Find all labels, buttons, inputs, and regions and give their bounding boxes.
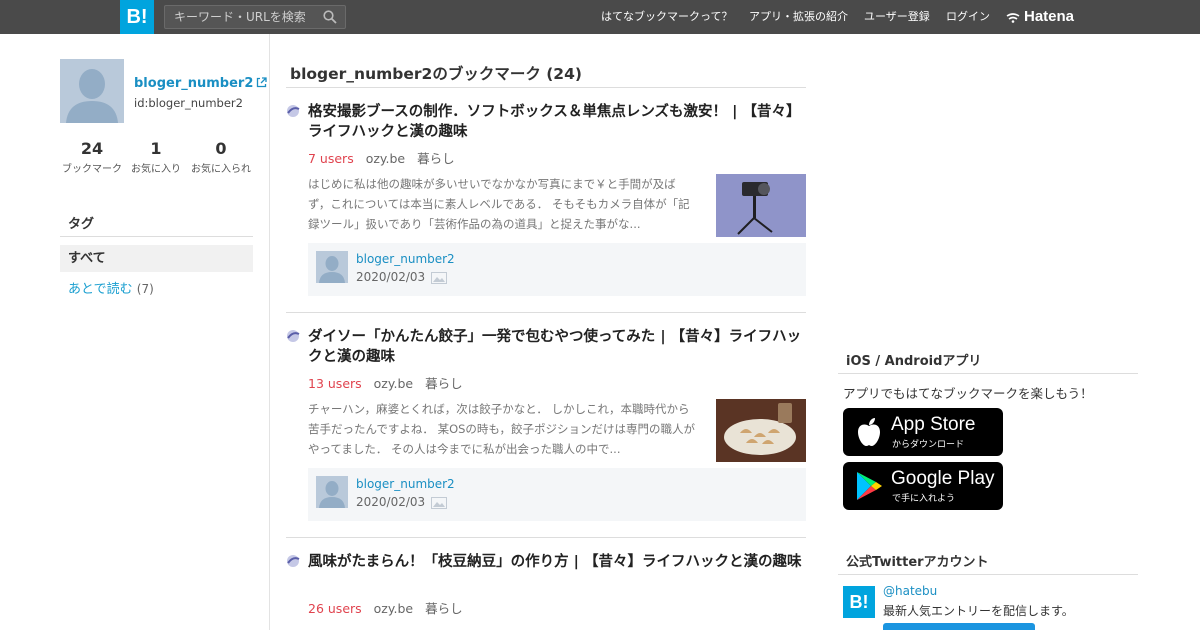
bookmark-date-text[interactable]: 2020/02/03 xyxy=(356,270,425,284)
entry-category[interactable]: 暮らし xyxy=(425,376,463,391)
entry-users-count[interactable]: 7 users xyxy=(308,151,354,166)
google-play-label: Google Play xyxy=(891,468,995,489)
google-play-icon xyxy=(857,472,882,500)
image-icon xyxy=(431,272,448,284)
nav-login[interactable]: ログイン xyxy=(946,0,990,34)
entry-category[interactable]: 暮らし xyxy=(417,151,455,166)
tags-divider xyxy=(60,236,253,237)
user-silhouette-icon xyxy=(316,476,348,508)
tag-all[interactable]: すべて xyxy=(60,245,253,272)
entry-meta: 13 users ozy.be 暮らし xyxy=(308,373,463,392)
entry-item: 格安撮影ブースの制作．ソフトボックス＆単焦点レンズも激安！ | 【昔々】ライフハ… xyxy=(286,102,806,302)
stat-favorited-label: お気に入られ xyxy=(191,164,251,175)
page-title: bloger_number2のブックマーク (24) xyxy=(290,65,582,83)
tags-heading: タグ xyxy=(68,217,95,232)
profile-username[interactable]: bloger_number2 xyxy=(134,76,268,91)
entry-item: ダイソー「かんたん餃子」一発で包むやつ使ってみた | 【昔々】ライフハックと漢の… xyxy=(286,327,806,527)
bookmark-date: 2020/02/03 xyxy=(356,495,448,509)
entry-separator xyxy=(286,312,806,313)
hatebu-twitter-logo[interactable]: B! xyxy=(843,586,875,618)
stat-bookmarks[interactable]: 24 ブックマーク xyxy=(57,139,127,176)
stat-favorites[interactable]: 1 お気に入り xyxy=(121,139,191,176)
entry-title-link[interactable]: 風味がたまらん！「枝豆納豆」の作り方 | 【昔々】ライフハックと漢の趣味 xyxy=(308,552,806,572)
sidebar-divider xyxy=(269,34,270,630)
entry-meta: 26 users ozy.be 暮らし xyxy=(308,598,463,617)
top-header: B! はてなブックマークって？ アプリ・拡張の紹介 ユーザー登録 ログイン Ha… xyxy=(0,0,1200,34)
camera-tripod-thumbnail xyxy=(716,174,806,237)
entry-item: 風味がたまらん！「枝豆納豆」の作り方 | 【昔々】ライフハックと漢の趣味 26 … xyxy=(286,552,806,630)
external-link-icon xyxy=(257,77,268,88)
entry-meta: 7 users ozy.be 暮らし xyxy=(308,148,455,167)
hatena-brand[interactable]: Hatena xyxy=(1006,0,1074,34)
tag-item-count: (7) xyxy=(136,282,154,296)
app-store-button[interactable]: App Store からダウンロード xyxy=(843,408,1003,456)
twitter-divider xyxy=(838,574,1138,575)
entry-domain[interactable]: ozy.be xyxy=(374,376,413,391)
favicon-icon xyxy=(287,105,300,117)
tag-item-name: あとで読む xyxy=(68,282,133,297)
google-play-sublabel: で手に入れよう xyxy=(892,494,956,504)
stat-favorites-value: 1 xyxy=(150,139,162,158)
entry-users-count[interactable]: 13 users xyxy=(308,376,362,391)
entry-thumbnail[interactable] xyxy=(716,399,806,462)
bookmark-username[interactable]: bloger_number2 xyxy=(356,252,455,266)
twitter-follow-button[interactable] xyxy=(883,623,1035,630)
search-box xyxy=(164,5,346,29)
title-divider xyxy=(286,87,806,88)
apps-text: アプリでもはてなブックマークを楽しもう！ xyxy=(843,386,1093,401)
stat-favorited[interactable]: 0 お気に入られ xyxy=(186,139,256,176)
gyoza-thumbnail xyxy=(716,399,806,462)
entry-description: はじめに私は他の趣味が多いせいでなかなか写真にまで￥と手間が及ばず，これについて… xyxy=(308,177,690,231)
stat-bookmarks-label: ブックマーク xyxy=(62,164,122,175)
bookmark-date-text[interactable]: 2020/02/03 xyxy=(356,495,425,509)
stat-bookmarks-value: 24 xyxy=(80,139,104,158)
bookmark-box: bloger_number2 2020/02/03 xyxy=(308,468,806,521)
bookmark-date: 2020/02/03 xyxy=(356,270,448,284)
favicon-icon xyxy=(287,555,300,567)
nav-apps[interactable]: アプリ・拡張の紹介 xyxy=(749,0,848,34)
entry-domain[interactable]: ozy.be xyxy=(366,151,405,166)
profile-username-label: bloger_number2 xyxy=(134,76,254,91)
search-input[interactable] xyxy=(165,6,315,28)
apps-divider xyxy=(838,373,1138,374)
entry-users-count[interactable]: 26 users xyxy=(308,601,362,616)
user-silhouette-icon xyxy=(316,251,348,283)
app-store-label: App Store xyxy=(891,414,976,435)
favicon-icon xyxy=(287,330,300,342)
hatena-mark-icon xyxy=(1006,13,1020,23)
user-silhouette-icon xyxy=(60,59,124,123)
entry-title-link[interactable]: 格安撮影ブースの制作．ソフトボックス＆単焦点レンズも激安！ | 【昔々】ライフハ… xyxy=(308,102,806,142)
nav-about[interactable]: はてなブックマークって？ xyxy=(601,0,732,34)
twitter-handle[interactable]: @hatebu xyxy=(883,584,937,598)
nav-register[interactable]: ユーザー登録 xyxy=(864,0,930,34)
entry-thumbnail[interactable] xyxy=(716,174,806,237)
profile-avatar[interactable] xyxy=(60,59,124,123)
twitter-heading: 公式Twitterアカウント xyxy=(846,555,989,570)
image-icon xyxy=(431,497,448,509)
hatebu-logo[interactable]: B! xyxy=(120,0,154,34)
entry-separator xyxy=(286,537,806,538)
stat-favorites-label: お気に入り xyxy=(131,164,181,175)
bookmark-avatar[interactable] xyxy=(316,251,348,283)
entry-domain[interactable]: ozy.be xyxy=(374,601,413,616)
stat-favorited-value: 0 xyxy=(215,139,227,158)
apps-heading: iOS / Androidアプリ xyxy=(846,354,982,369)
bookmark-box: bloger_number2 2020/02/03 xyxy=(308,243,806,296)
entry-description: チャーハン，麻婆とくれば，次は餃子かなと． しかしこれ，本職時代から苦手だったん… xyxy=(308,402,695,456)
bookmark-username[interactable]: bloger_number2 xyxy=(356,477,455,491)
bookmark-avatar[interactable] xyxy=(316,476,348,508)
apple-icon xyxy=(858,418,880,446)
google-play-button[interactable]: Google Play で手に入れよう xyxy=(843,462,1003,510)
profile-user-id: id:bloger_number2 xyxy=(134,96,243,110)
entry-category[interactable]: 暮らし xyxy=(425,601,463,616)
search-icon[interactable] xyxy=(323,10,337,24)
entry-title-link[interactable]: ダイソー「かんたん餃子」一発で包むやつ使ってみた | 【昔々】ライフハックと漢の… xyxy=(308,327,806,367)
hatena-brand-label: Hatena xyxy=(1024,8,1075,25)
app-store-sublabel: からダウンロード xyxy=(892,440,965,450)
tag-item[interactable]: あとで読む (7) xyxy=(68,278,154,297)
twitter-description: 最新人気エントリーを配信します。 xyxy=(883,604,1074,618)
